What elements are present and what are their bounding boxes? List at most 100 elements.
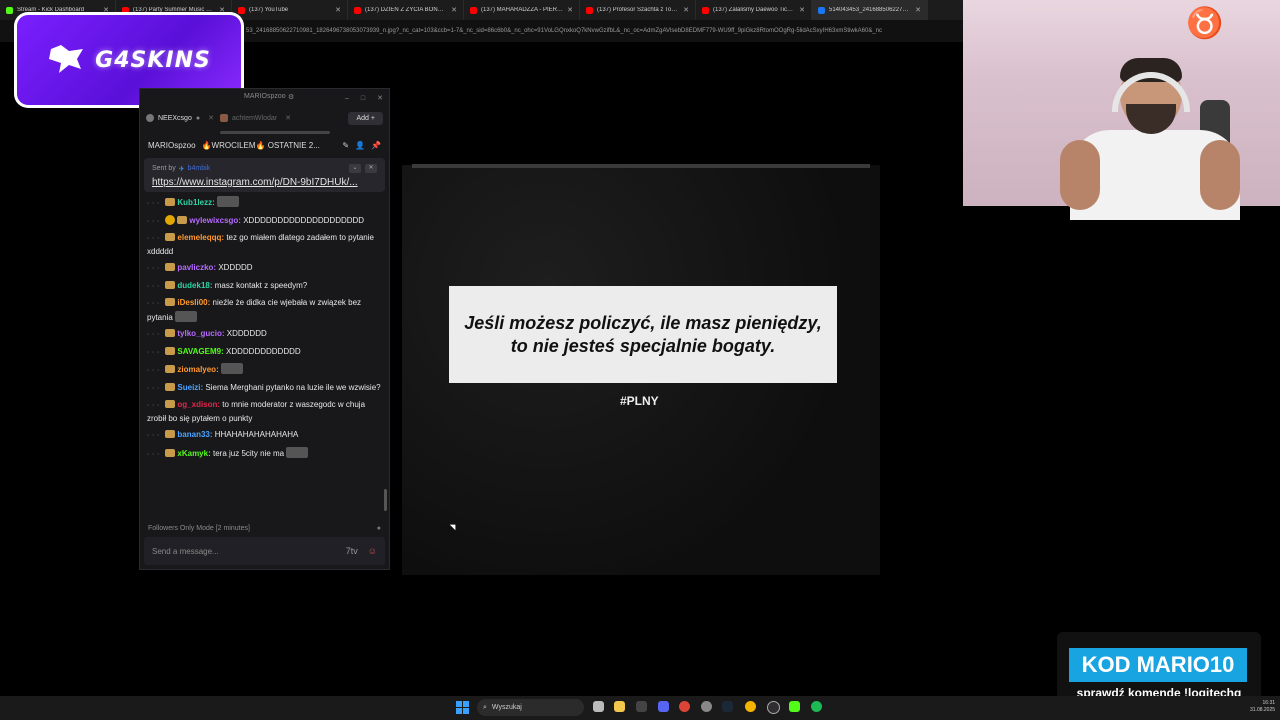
- browser-tab[interactable]: (137) DZIEŃ Z ŻYCIA BONUSA... ✕: [348, 0, 464, 20]
- chat-tab-label: achtemWlodar: [231, 114, 278, 122]
- favicon-icon: [6, 6, 13, 14]
- message-actions-icon[interactable]: ▫▫▫: [147, 266, 162, 272]
- chat-username[interactable]: xKamyk:: [177, 449, 210, 458]
- steam-icon[interactable]: [722, 701, 733, 712]
- chat-scrollbar[interactable]: [384, 489, 387, 511]
- clock-time: 16:31: [1262, 700, 1276, 706]
- chat-message: ▫▫▫ SAVAGEM9: XDDDDDDDDDDDD: [147, 346, 383, 360]
- chat-window: MARIOspzoo ⚙ – □ ✕ NEEXcsgo ● ✕ achtemWl…: [139, 88, 390, 570]
- chat-username[interactable]: banan33:: [177, 430, 212, 439]
- chat-username[interactable]: ziomalyeo:: [177, 365, 218, 374]
- chat-username[interactable]: Sueizi:: [177, 383, 203, 392]
- settings-icon[interactable]: ⚙: [288, 93, 294, 101]
- message-actions-icon[interactable]: ▫▫▫: [147, 403, 162, 409]
- message-actions-icon[interactable]: ▫▫▫: [147, 219, 162, 225]
- browser-tab[interactable]: 514043453_2416885062271098...✕: [812, 0, 928, 20]
- subscriber-badge-icon: [165, 430, 176, 438]
- message-actions-icon[interactable]: ▫▫▫: [147, 236, 162, 242]
- user-icon[interactable]: 👤: [355, 141, 365, 150]
- smile-icon[interactable]: ☺: [368, 546, 377, 556]
- file-explorer-icon[interactable]: [614, 701, 625, 712]
- chevron-down-icon[interactable]: ⌄: [349, 164, 361, 173]
- close-tab-icon[interactable]: ✕: [915, 6, 921, 14]
- pinned-link[interactable]: https://www.instagram.com/p/DN-9bI7DHUk/…: [152, 177, 377, 188]
- panel-divider: [412, 164, 870, 168]
- favicon-icon: [470, 6, 477, 14]
- system-clock[interactable]: 16:31 31.08.2025: [1250, 700, 1275, 714]
- windows-start-icon[interactable]: [456, 701, 469, 714]
- chat-tab-neexcsgo[interactable]: NEEXcsgo ● ✕: [146, 114, 214, 122]
- close-tab-icon[interactable]: ✕: [208, 114, 214, 122]
- kick-icon[interactable]: [789, 701, 800, 712]
- chrome-icon[interactable]: [679, 701, 690, 712]
- chat-username[interactable]: wylewixcsgo:: [189, 216, 241, 225]
- chat-username[interactable]: SAVAGEM9:: [177, 347, 223, 356]
- emote-picker-icon[interactable]: 7tv: [346, 546, 358, 556]
- promo-code: KOD MARIO10: [1069, 648, 1247, 682]
- task-view-icon[interactable]: [593, 701, 604, 712]
- chat-username[interactable]: dudek18:: [177, 281, 212, 290]
- chat-message: ▫▫▫ ziomalyeo:: [147, 363, 383, 378]
- close-tab-icon[interactable]: ✕: [451, 6, 457, 14]
- wolf-icon: [47, 43, 87, 77]
- chat-text: XDDDDDDDDDDDDDDDDDDDD: [243, 215, 365, 225]
- message-actions-icon[interactable]: ▫▫▫: [147, 301, 162, 307]
- message-actions-icon[interactable]: ▫▫▫: [147, 332, 162, 338]
- close-tab-icon[interactable]: ✕: [285, 114, 291, 122]
- message-actions-icon[interactable]: ▫▫▫: [147, 368, 162, 374]
- browser-tab[interactable]: (137) YouTube ✕: [232, 0, 348, 20]
- chat-username[interactable]: pavliczko:: [177, 263, 216, 272]
- chat-username[interactable]: elemeleqqq:: [177, 233, 224, 242]
- message-actions-icon[interactable]: ▫▫▫: [147, 452, 162, 458]
- close-tab-icon[interactable]: ✕: [683, 6, 689, 14]
- add-tab-button[interactable]: Add +: [348, 111, 383, 125]
- promo-code-box: KOD MARIO10 sprawdź komendę !logitechg: [1057, 632, 1261, 704]
- pinned-message: Sent by ✈ b4mbik ⌄ ✕ https://www.instagr…: [144, 158, 385, 192]
- browser-tab[interactable]: (137) MAHARADZZA - PIERW... ✕: [464, 0, 580, 20]
- chrome-icon[interactable]: [745, 701, 756, 712]
- app-icon[interactable]: [636, 701, 647, 712]
- favicon-icon: [818, 6, 825, 14]
- close-tab-icon[interactable]: ✕: [567, 6, 573, 14]
- close-tab-icon[interactable]: ✕: [799, 6, 805, 14]
- info-icon[interactable]: ●: [377, 525, 381, 532]
- chat-tab-second[interactable]: achtemWlodar ✕: [219, 114, 291, 122]
- chat-username[interactable]: og_xdison:: [177, 400, 220, 409]
- pin-icon[interactable]: 📌: [371, 141, 381, 150]
- pin-icon[interactable]: ✎: [342, 141, 349, 150]
- chat-username[interactable]: iDesli00:: [177, 298, 210, 307]
- close-icon[interactable]: ✕: [377, 94, 383, 102]
- minimize-icon[interactable]: –: [345, 95, 349, 102]
- chat-message: ▫▫▫ og_xdison: to mnie moderator z waszeg…: [147, 399, 383, 425]
- chat-message: ▫▫▫ banan33: HHAHAHAHAHAHAHA: [147, 429, 383, 443]
- emote-icon: [220, 363, 243, 374]
- message-actions-icon[interactable]: ▫▫▫: [147, 284, 162, 290]
- logo-text: G4SKINS: [95, 47, 211, 73]
- maximize-icon[interactable]: □: [361, 95, 365, 102]
- spotify-icon[interactable]: [811, 701, 822, 712]
- obs-icon[interactable]: [767, 701, 780, 714]
- message-actions-icon[interactable]: ▫▫▫: [147, 350, 162, 356]
- chat-message: ▫▫▫ xKamyk: tera juz 5city nie ma: [147, 446, 383, 462]
- chat-text: tera juz 5city nie ma: [212, 448, 285, 458]
- close-tab-icon[interactable]: ✕: [335, 6, 341, 14]
- message-actions-icon[interactable]: ▫▫▫: [147, 201, 162, 207]
- chat-titlebar: MARIOspzoo ⚙ – □ ✕: [140, 89, 389, 107]
- chat-username[interactable]: Kub1lezz:: [177, 198, 214, 207]
- taskbar-search[interactable]: ⌕ Wyszukaj: [477, 699, 584, 716]
- browser-tab-title: (137) MAHARADZZA - PIERW...: [481, 7, 564, 13]
- quote-line-2: to nie jesteś specjalnie bogaty.: [510, 335, 776, 356]
- favicon-icon: [238, 6, 245, 14]
- message-actions-icon[interactable]: ▫▫▫: [147, 386, 162, 392]
- sent-by-user[interactable]: b4mbik: [188, 165, 211, 172]
- chat-username[interactable]: tylko_gucio:: [177, 329, 224, 338]
- chat-message: ▫▫▫ pavliczko: XDDDDD: [147, 262, 383, 276]
- message-actions-icon[interactable]: ▫▫▫: [147, 433, 162, 439]
- unpin-icon[interactable]: ✕: [365, 164, 377, 173]
- browser-tab[interactable]: (137) Profesor Szachta z Toru... ✕: [580, 0, 696, 20]
- settings-icon[interactable]: [701, 701, 712, 712]
- send-message-input[interactable]: Send a message... 7tv ☺: [144, 537, 385, 565]
- browser-tab-title: (137) YouTube: [249, 7, 289, 13]
- browser-tab[interactable]: (137) Zalaliśmy Daewoo Tico... ✕: [696, 0, 812, 20]
- discord-icon[interactable]: [658, 701, 669, 712]
